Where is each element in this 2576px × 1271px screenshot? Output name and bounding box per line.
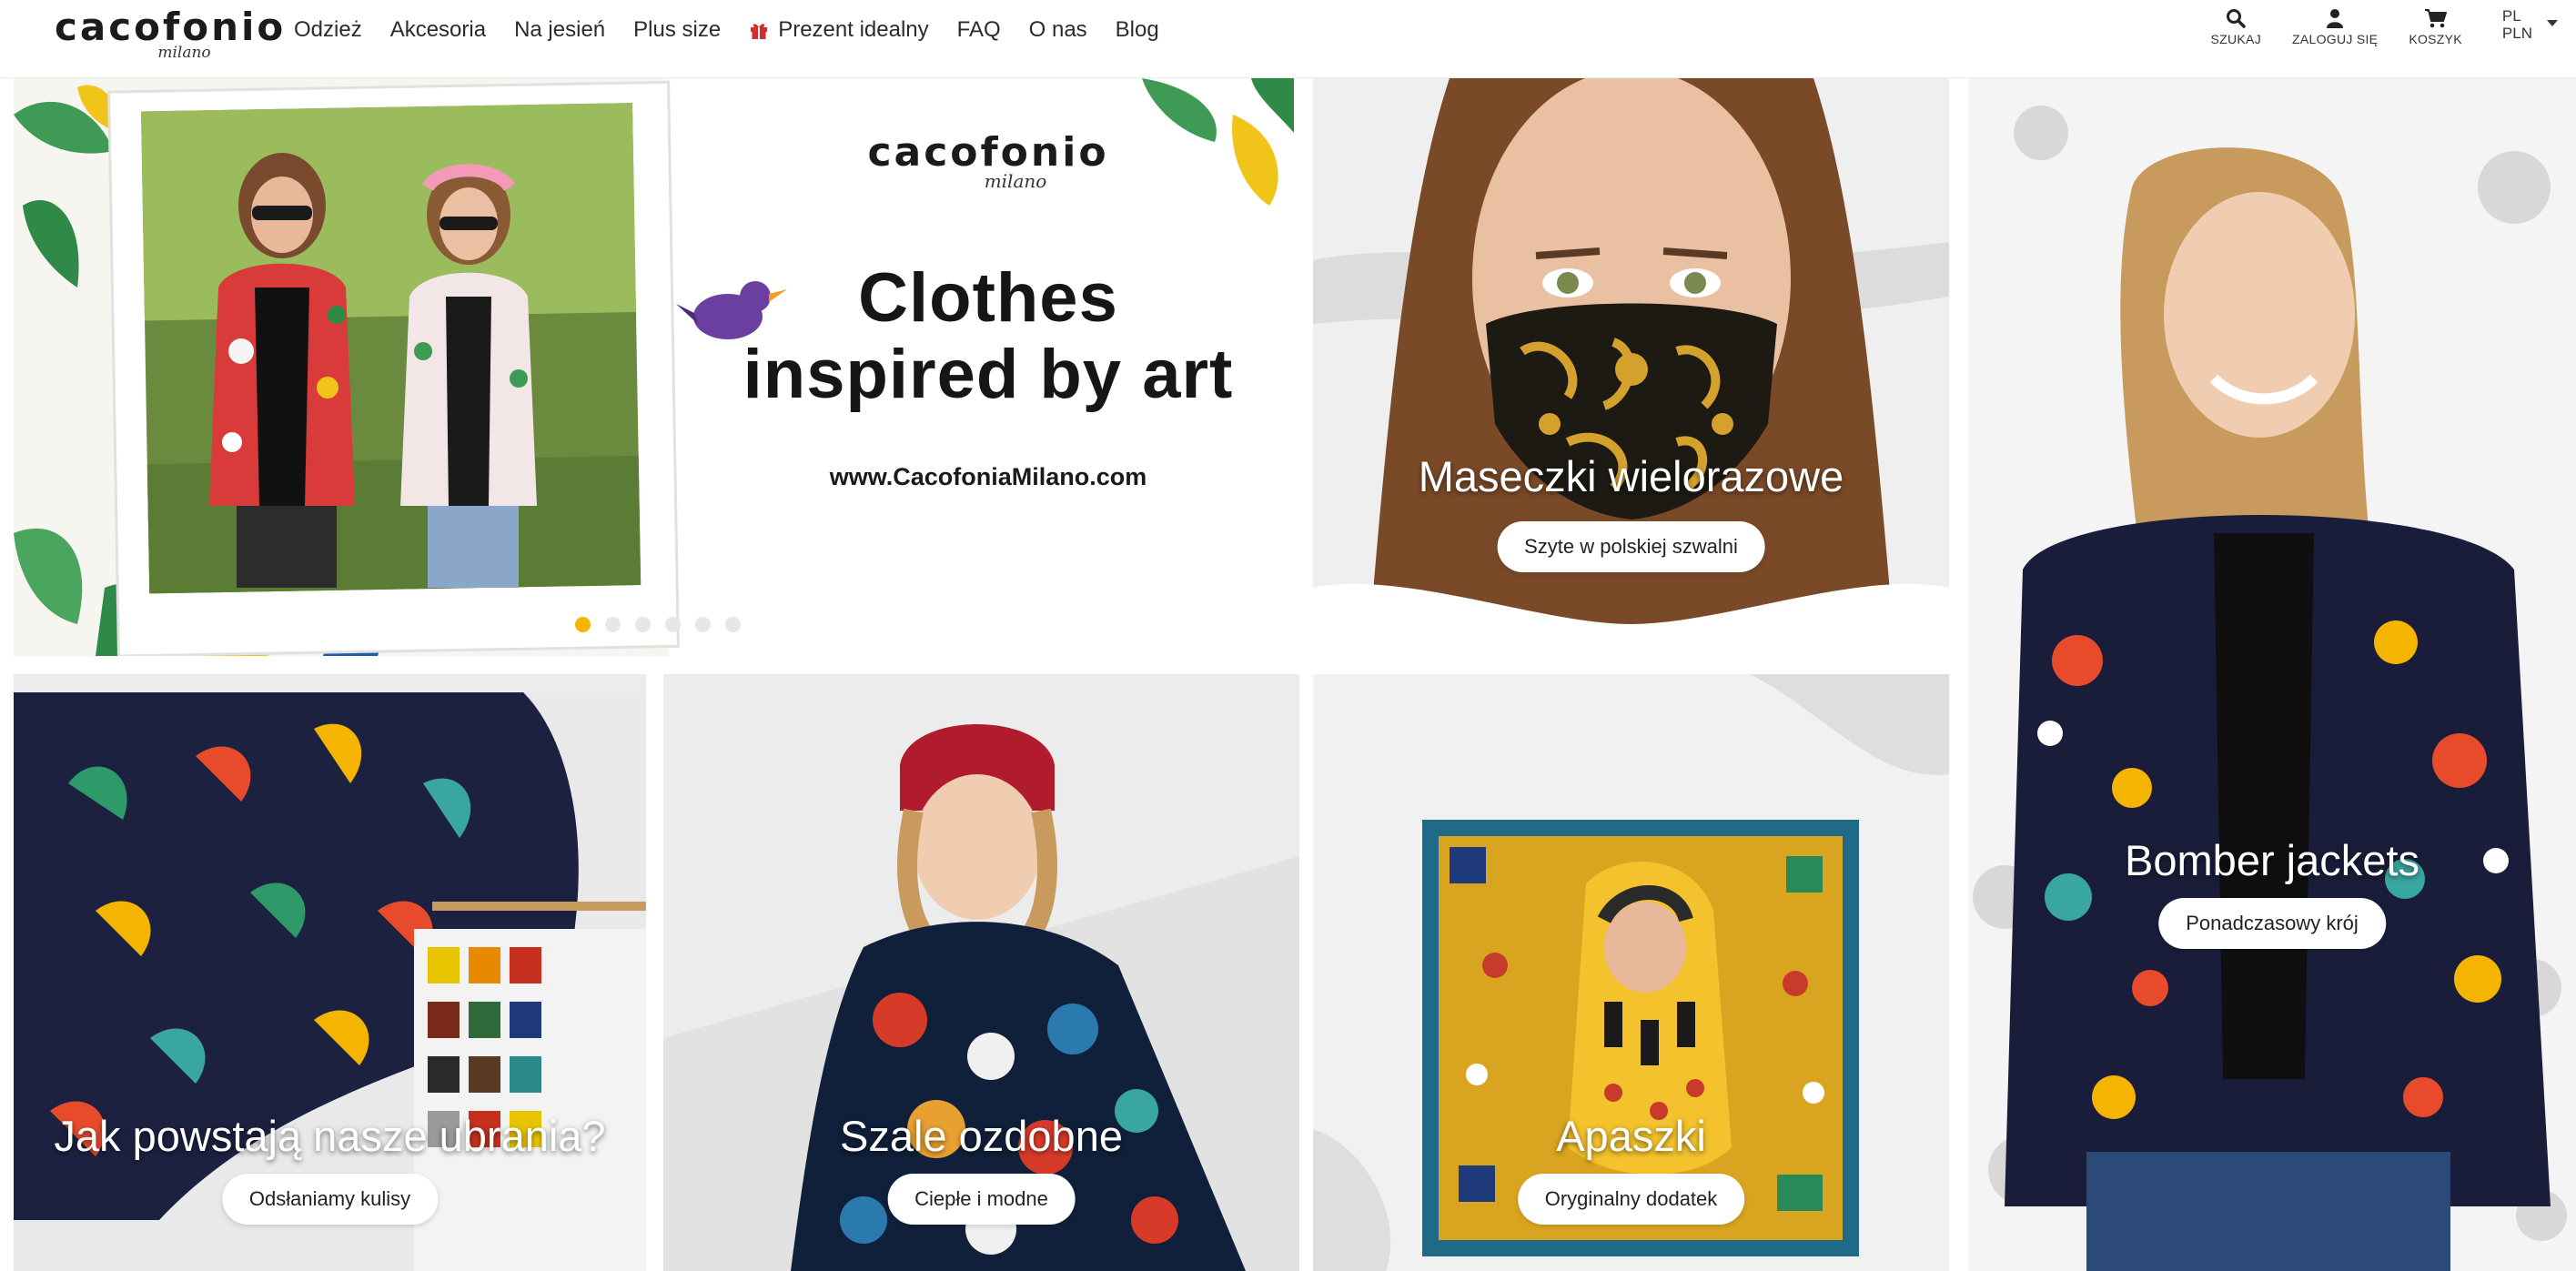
- search-button[interactable]: SZUKAJ: [2211, 7, 2261, 46]
- main-menu: Odzież Akcesoria Na jesień Plus size Pre…: [294, 0, 1187, 60]
- nav-item-faq[interactable]: FAQ: [957, 17, 1001, 43]
- hero-slider[interactable]: cacofonio milano Clothes inspired by art…: [14, 78, 1294, 656]
- tile-making-title: Jak powstają nasze ubrania?: [54, 1112, 606, 1160]
- tile-masks[interactable]: Maseczki wielorazowe Szyte w polskiej sz…: [1313, 78, 1949, 656]
- slider-dot-4[interactable]: [665, 617, 681, 632]
- cart-icon: [2424, 9, 2447, 28]
- cart-label: KOSZYK: [2409, 32, 2462, 46]
- nav-item-o-nas[interactable]: O nas: [1029, 17, 1087, 43]
- chevron-down-icon: [2547, 20, 2558, 26]
- language-currency-selector[interactable]: PL PLN: [2502, 7, 2558, 42]
- tile-masks-button[interactable]: Szyte w polskiej szwalni: [1497, 521, 1765, 572]
- slider-dot-1[interactable]: [575, 617, 591, 632]
- tile-apaszki-button[interactable]: Oryginalny dodatek: [1517, 1174, 1745, 1225]
- tile-bomber-title: Bomber jackets: [2125, 836, 2419, 884]
- nav-item-prezent-label: Prezent idealny: [778, 17, 929, 42]
- banner-brand-logo: cacofonio milano: [682, 129, 1294, 192]
- tile-making-of[interactable]: Jak powstają nasze ubrania? Odsłaniamy k…: [14, 674, 646, 1271]
- top-navbar: cacofonio milano Odzież Akcesoria Na jes…: [0, 0, 2576, 78]
- nav-item-blog[interactable]: Blog: [1116, 17, 1159, 43]
- nav-item-plus-size[interactable]: Plus size: [633, 17, 721, 43]
- tile-masks-title: Maseczki wielorazowe: [1418, 452, 1844, 500]
- slider-pagination: [575, 617, 755, 632]
- slider-dot-6[interactable]: [725, 617, 741, 632]
- slider-dot-5[interactable]: [695, 617, 711, 632]
- cart-button[interactable]: KOSZYK: [2409, 7, 2462, 46]
- banner-headline-2: inspired by art: [742, 336, 1234, 413]
- user-icon: [2327, 9, 2344, 28]
- brand-logo[interactable]: cacofonio milano: [55, 5, 287, 61]
- login-label: ZALOGUJ SIĘ: [2292, 32, 2379, 46]
- tile-apaszki-title: Apaszki: [1556, 1112, 1706, 1160]
- bomber-photo: [1968, 78, 2576, 1271]
- gift-icon: [749, 20, 769, 40]
- tile-apaszki[interactable]: Apaszki Oryginalny dodatek: [1313, 674, 1949, 1271]
- tile-bomber-jackets[interactable]: Bomber jackets Ponadczasowy krój: [1968, 78, 2576, 1271]
- banner-brand-text: cacofonio: [867, 129, 1109, 176]
- nav-item-na-jesien[interactable]: Na jesień: [514, 17, 605, 43]
- tile-scarves-title: Szale ozdobne: [840, 1112, 1123, 1160]
- tile-scarves-button[interactable]: Ciepłe i modne: [887, 1174, 1076, 1225]
- banner-brand-subtext: milano: [984, 170, 1047, 192]
- search-label: SZUKAJ: [2210, 32, 2261, 46]
- search-icon: [2227, 9, 2246, 28]
- tile-scarves[interactable]: Szale ozdobne Ciepłe i modne: [663, 674, 1299, 1271]
- language-code: PL: [2501, 7, 2521, 25]
- banner-headline-1: Clothes: [858, 259, 1118, 337]
- logo-text: cacofonio: [55, 5, 287, 49]
- banner-url: www.CacofoniaMilano.com: [829, 463, 1147, 490]
- tile-making-button[interactable]: Odsłaniamy kulisy: [221, 1174, 439, 1225]
- header-actions: SZUKAJ ZALOGUJ SIĘ KOSZYK PL PLN: [2180, 7, 2558, 53]
- nav-item-akcesoria[interactable]: Akcesoria: [390, 17, 486, 43]
- slider-dot-3[interactable]: [635, 617, 651, 632]
- currency-code: PLN: [2501, 25, 2532, 42]
- slider-dot-2[interactable]: [605, 617, 621, 632]
- nav-item-prezent-idealny[interactable]: Prezent idealny: [749, 17, 929, 43]
- tile-bomber-button[interactable]: Ponadczasowy krój: [2158, 898, 2386, 949]
- login-button[interactable]: ZALOGUJ SIĘ: [2292, 7, 2378, 46]
- nav-item-odziez[interactable]: Odzież: [294, 17, 362, 43]
